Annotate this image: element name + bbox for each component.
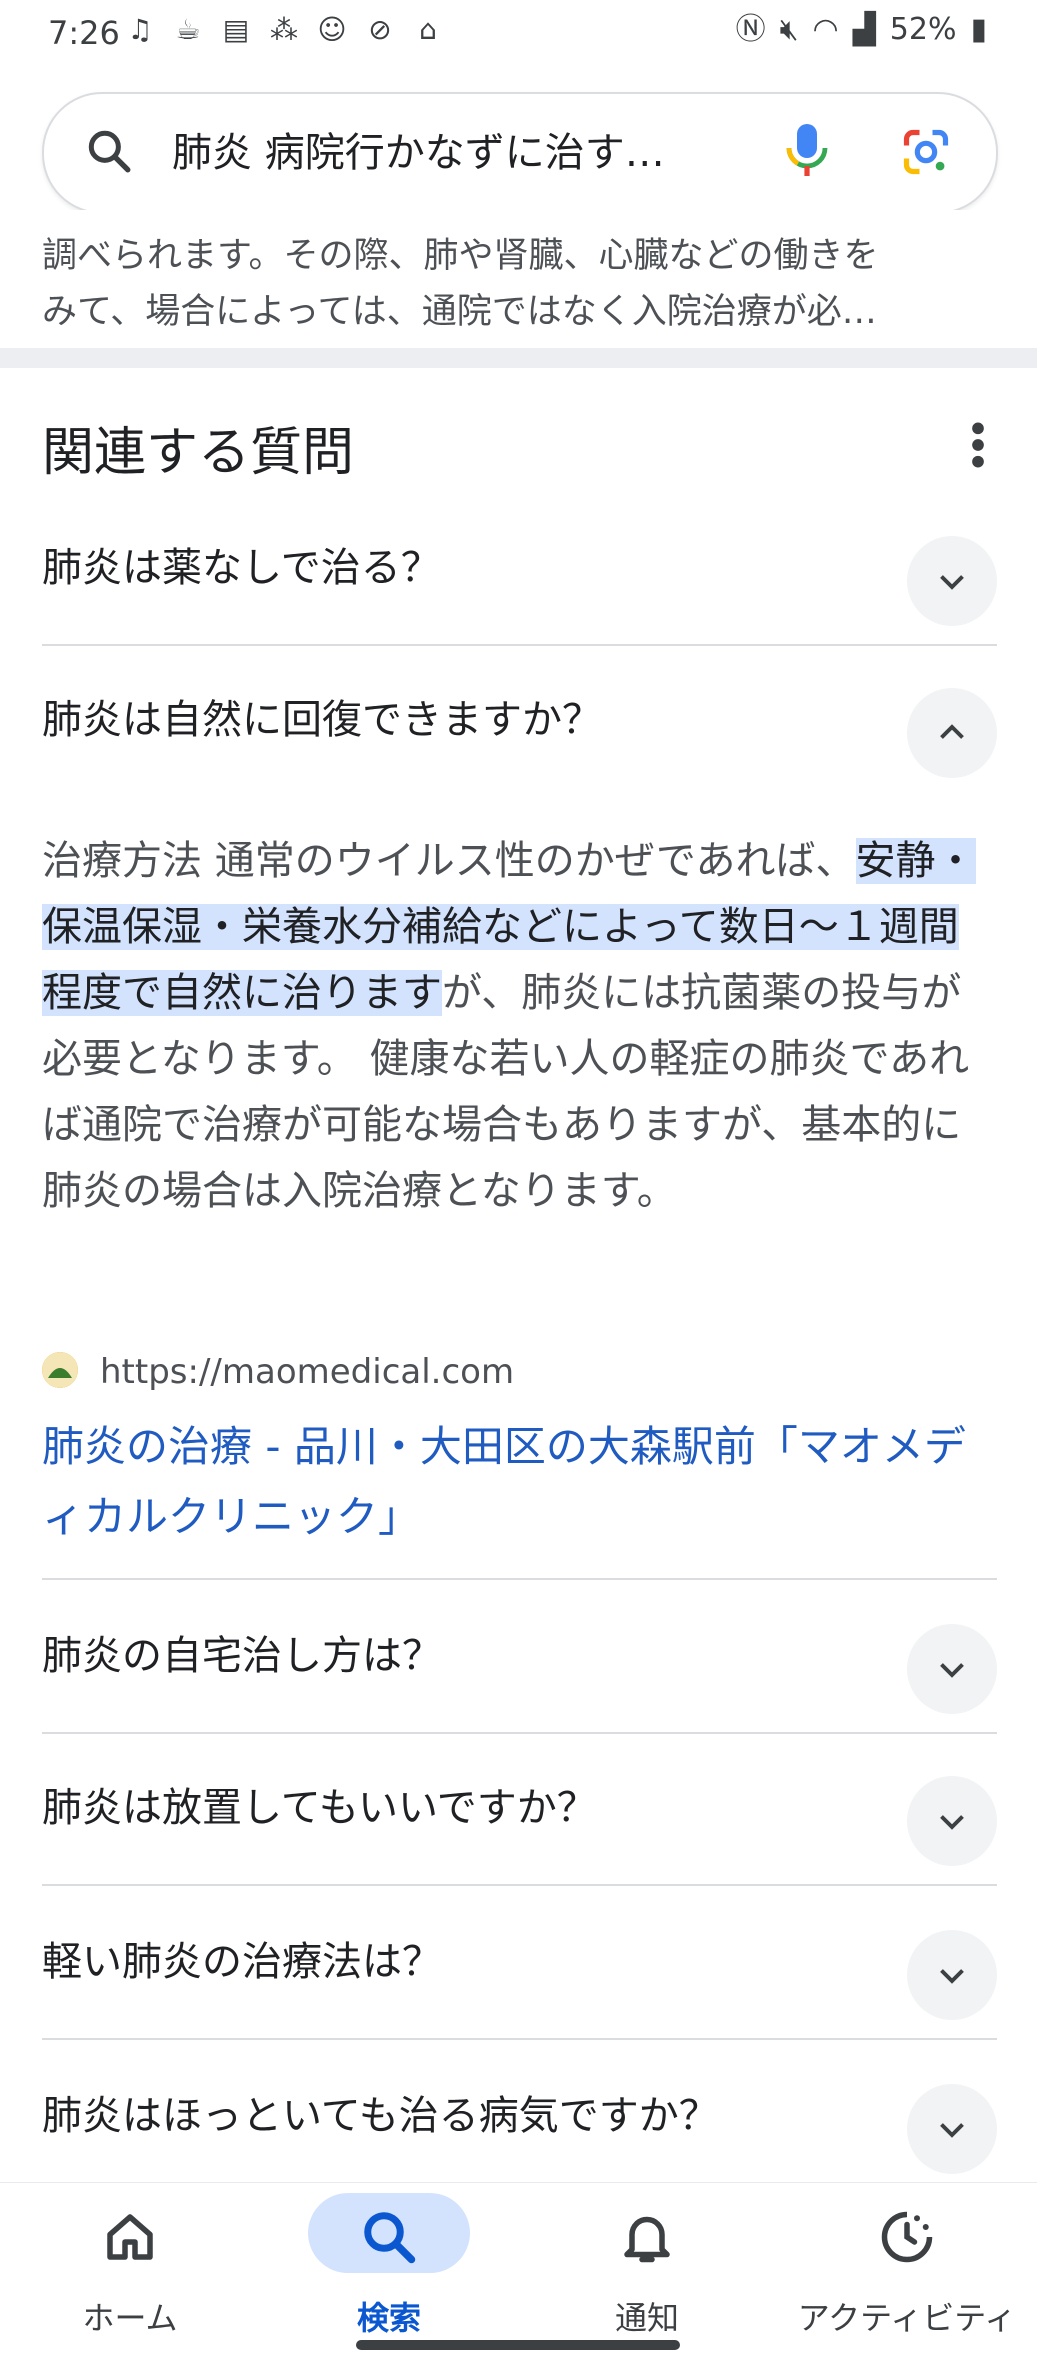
wifi-icon: ◠ [812,12,839,47]
battery-icon: ▮ [970,12,987,47]
answer-snippet: 治療方法 通常のウイルス性のかぜであれば、安静・保温保湿・栄養水分補給などによっ… [42,828,997,1224]
question-item[interactable]: 軽い肺炎の治療法は？ [42,1886,997,2040]
question-text[interactable]: 肺炎の自宅治し方は？ [42,1580,442,1732]
search-icon[interactable] [84,126,134,176]
question-text[interactable]: 肺炎は放置してもいいですか？ [42,1732,597,1884]
site-favicon [42,1352,78,1388]
snippet-line-1: 調べられます。その際、肺や肾臓、心臓などの働きを [42,236,879,276]
answer-text-before: 治療方法 通常のウイルス性のかぜであれば、 [42,838,856,884]
search-icon [364,2212,416,2264]
nfc-icon: Ⓝ [735,12,766,47]
status-right: Ⓝ 🔇︎ ◠ ▟ 52% ▮ [736,12,987,48]
nav-activity[interactable]: アクティビティ [797,2183,1017,2343]
snippet-line-2: みて、場合によっては、通院ではなく入院治療が必… [42,292,877,332]
bottom-nav: ホーム 検索 通知 アクティビティ [0,2182,1037,2365]
question-text[interactable]: 軽い肺炎の治療法は？ [42,1886,442,2038]
question-text[interactable]: 肺炎は薬なしで治る？ [42,492,441,644]
expand-button[interactable] [907,2084,997,2174]
home-app-icon: ⌂ [419,13,437,46]
nav-label: 通知 [614,2299,679,2337]
nav-notifications[interactable]: 通知 [537,2183,757,2343]
question-text[interactable]: 肺炎は自然に回復できますか？ [42,644,602,796]
expand-button[interactable] [907,1930,997,2020]
app-icon: ☺ [317,13,347,46]
more-vert-icon[interactable] [968,420,988,470]
activity-icon [881,2211,933,2263]
question-item[interactable]: 肺炎は放置してもいいですか？ [42,1732,997,1886]
chevron-up-icon [940,724,964,739]
google-lens-icon[interactable] [900,126,952,178]
nav-label: アクティビティ [797,2299,1017,2337]
status-bar: 7:26 ♫ ☕ ▤ ⁂ ☺ ⊘ ⌂ Ⓝ 🔇︎ ◠ ▟ 52% ▮ [0,0,1037,72]
result-snippet-fragment: 調べられます。その際、肺や肾臓、心臓などの働きを みて、場合によっては、通院では… [42,228,992,340]
battery-percent: 52% [889,12,957,47]
chevron-down-icon [940,1663,964,1678]
mic-icon[interactable] [782,120,832,180]
chevron-down-icon [940,1815,964,1830]
nav-home[interactable]: ホーム [20,2183,240,2343]
section-divider [0,348,1037,368]
nav-label: 検索 [356,2299,421,2337]
chevron-down-icon [940,575,964,590]
notification-icons: ♫ ☕ ▤ ⁂ ☺ ⊘ ⌂ [122,12,446,48]
question-item[interactable]: 肺炎の自宅治し方は？ [42,1578,997,1734]
question-item[interactable]: 肺炎は薬なしで治る？ [42,492,997,646]
search-bar[interactable]: 肺炎 病院行かなずに治す… [42,92,998,214]
question-item-expanded[interactable]: 肺炎は自然に回復できますか？ [42,644,997,796]
no-sim-icon: ⊘ [368,13,392,46]
signal-icon: ▟ [852,12,876,47]
cup-icon: ☕ [175,13,201,46]
search-input[interactable]: 肺炎 病院行かなずに治す… [172,120,772,178]
expand-button[interactable] [907,1624,997,1714]
chevron-down-icon [940,2123,964,2138]
source-link[interactable]: 肺炎の治療 - 品川・大田区の大森駅前「マオメディカルクリニック」 [42,1412,997,1552]
question-item[interactable]: 肺炎はほっといても治る病気ですか？ [42,2040,997,2192]
bell-icon [624,2216,670,2263]
chevron-down-icon [940,1969,964,1984]
question-text[interactable]: 肺炎はほっといても治る病気ですか？ [42,2040,719,2192]
music-icon: ♫ [127,13,153,46]
collapse-button[interactable] [907,688,997,778]
news-icon: ▤ [222,13,250,46]
status-time: 7:26 [48,14,120,52]
section-title: 関連する質問 [42,423,355,483]
expand-button[interactable] [907,1776,997,1866]
home-indicator[interactable] [356,2340,680,2350]
nav-search[interactable]: 検索 [279,2183,499,2343]
assistant-icon: ⁂ [270,13,298,46]
expand-button[interactable] [907,536,997,626]
home-icon [107,2214,153,2260]
nav-label: ホーム [82,2299,178,2337]
mute-icon: 🔇︎ [779,12,799,47]
fragment-mask [0,210,1037,230]
source-url: https://maomedical.com [100,1352,515,1392]
